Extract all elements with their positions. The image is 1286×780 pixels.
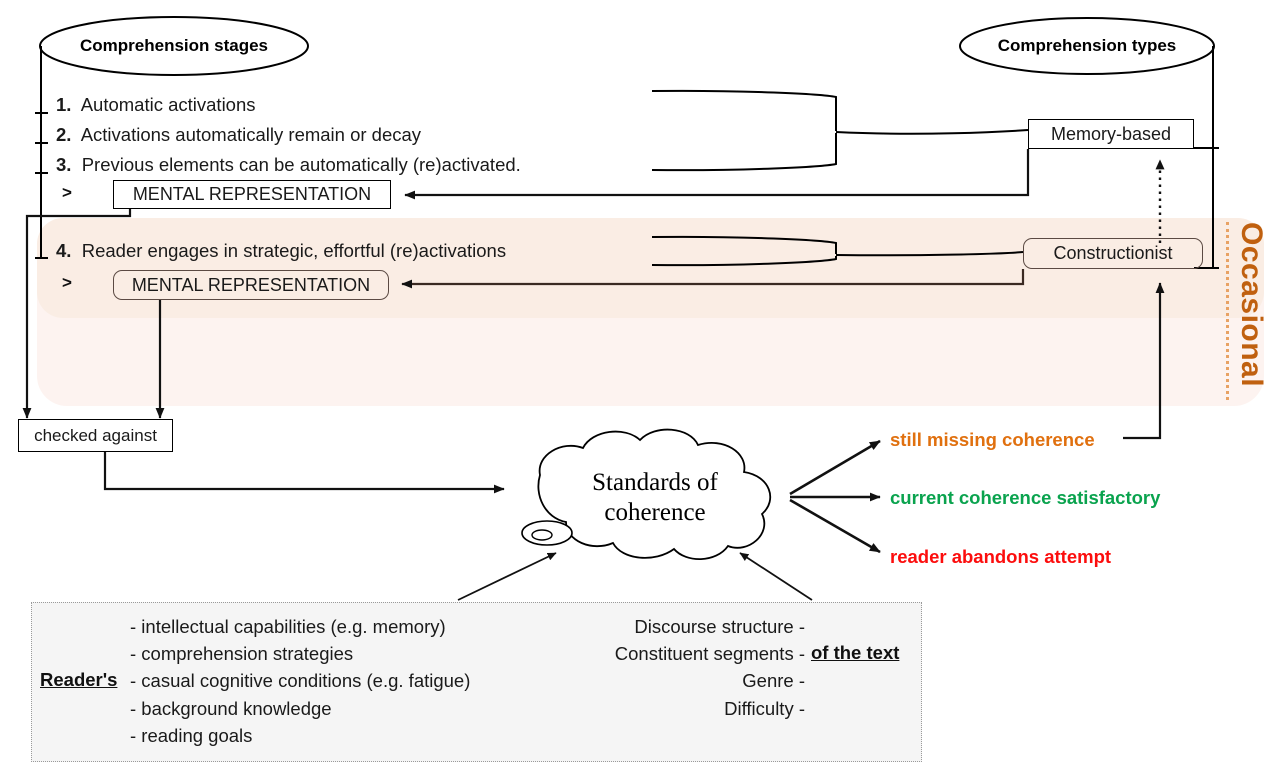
outcome-current-coherence-satisfactory: current coherence satisfactory bbox=[890, 487, 1161, 508]
constructionist-box[interactable]: Constructionist bbox=[1023, 238, 1203, 269]
occasional-label: Occasional bbox=[1226, 222, 1268, 400]
stage-number-3: 3. bbox=[56, 154, 77, 175]
arrow-checked-to-cloud bbox=[103, 452, 505, 494]
mental-representation-box-2[interactable]: MENTAL REPRESENTATION bbox=[113, 270, 389, 300]
comprehension-stages-label: Comprehension stages bbox=[80, 36, 268, 55]
stage-number-4: 4. bbox=[56, 240, 77, 261]
text-factor-item: Constituent segments - bbox=[614, 643, 805, 665]
chevron-marker-2: > bbox=[62, 273, 72, 292]
outcome-still-missing-coherence: still missing coherence bbox=[890, 429, 1095, 450]
comprehension-types-label: Comprehension types bbox=[997, 36, 1177, 55]
reader-factors-list: - intellectual capabilities (e.g. memory… bbox=[130, 613, 530, 749]
arrow-cloud-to-outcome-3 bbox=[789, 498, 881, 554]
reader-factor-item: - comprehension strategies bbox=[130, 643, 354, 665]
standards-of-coherence-text: Standards of coherence bbox=[545, 468, 765, 527]
stage-item-4: 4. Reader engages in strategic, effortfu… bbox=[56, 240, 506, 262]
text-factor-item: Discourse structure - bbox=[634, 616, 805, 637]
cloud-line-1: Standards of bbox=[592, 469, 718, 496]
readers-tag: Reader's bbox=[40, 669, 118, 690]
stage-text-3: Previous elements can be automatically (… bbox=[81, 154, 521, 175]
brace-memory-based-stem bbox=[835, 129, 1029, 135]
reader-factor-item: - casual cognitive conditions (e.g. fati… bbox=[130, 670, 471, 692]
brace-memory-based bbox=[651, 89, 837, 131]
stage-item-2: 2. Activations automatically remain or d… bbox=[56, 124, 421, 146]
stage-item-3: 3. Previous elements can be automaticall… bbox=[56, 154, 521, 176]
stage-text-4: Reader engages in strategic, effortful (… bbox=[81, 240, 507, 261]
stage-text-1: Automatic activations bbox=[80, 94, 256, 115]
text-factors-list: Discourse structure - Constituent segmen… bbox=[566, 613, 805, 722]
cloud-line-2: coherence bbox=[604, 498, 706, 526]
reader-factor-item: - background knowledge bbox=[130, 697, 332, 719]
chevron-marker-1: > bbox=[62, 183, 72, 202]
of-the-text-tag: of the text bbox=[811, 642, 900, 663]
brace-memory-based-lower bbox=[651, 133, 837, 172]
stage-item-1: 1. Automatic activations bbox=[56, 94, 256, 116]
reader-factor-item: - reading goals bbox=[130, 724, 253, 746]
checked-against-box[interactable]: checked against bbox=[18, 419, 173, 452]
arrow-cloud-to-outcome-1 bbox=[789, 439, 881, 496]
text-factor-item: Genre - bbox=[742, 670, 805, 692]
outcome-reader-abandons-attempt: reader abandons attempt bbox=[890, 546, 1112, 567]
stage-number-1: 1. bbox=[56, 94, 77, 115]
text-factor-item: Difficulty - bbox=[724, 697, 805, 719]
stage-number-2: 2. bbox=[56, 124, 77, 145]
memory-based-box[interactable]: Memory-based bbox=[1028, 119, 1194, 149]
arrow-text-factors-to-cloud bbox=[739, 552, 813, 601]
reader-factor-item: - intellectual capabilities (e.g. memory… bbox=[130, 616, 446, 637]
diagram-canvas: Comprehension stages Comprehension types… bbox=[0, 0, 1286, 780]
arrow-reader-factors-to-cloud bbox=[457, 552, 557, 601]
stage-text-2: Activations automatically remain or deca… bbox=[80, 124, 422, 145]
mental-representation-box-1[interactable]: MENTAL REPRESENTATION bbox=[113, 180, 391, 209]
